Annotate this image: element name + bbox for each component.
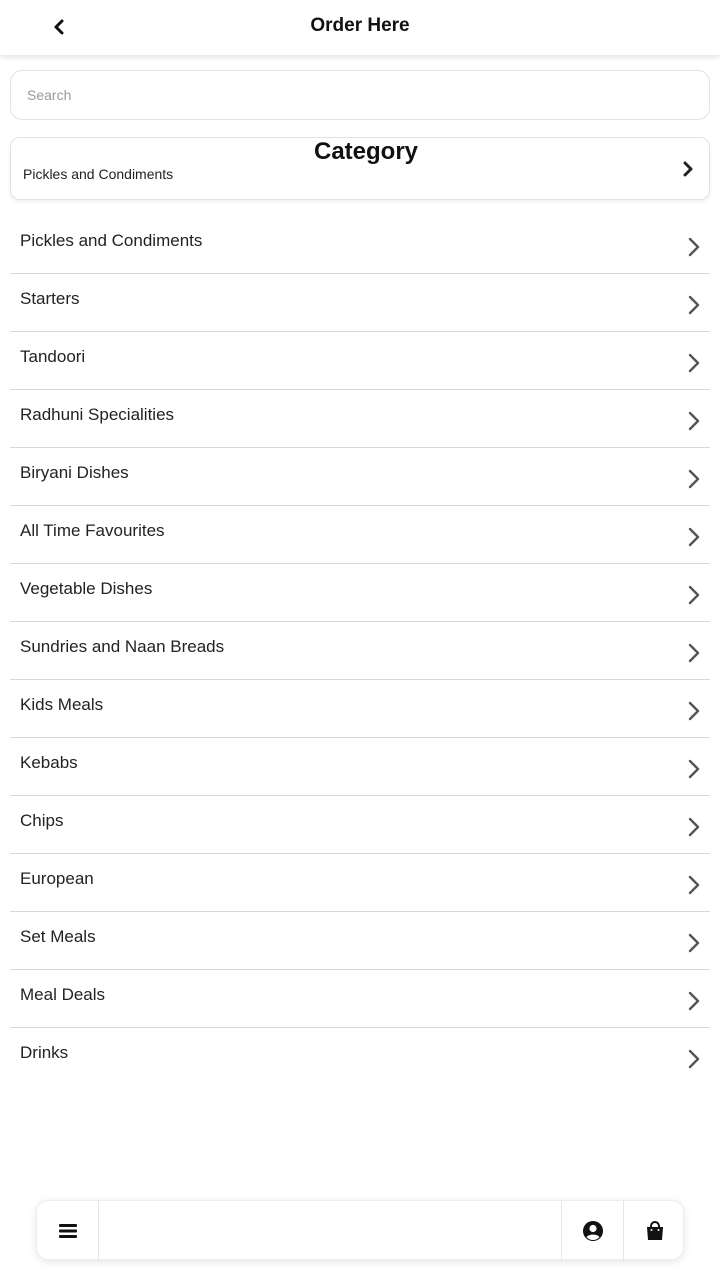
category-list-item-label: Meal Deals	[20, 985, 106, 1004]
chevron-right-icon	[688, 411, 700, 431]
category-list-item[interactable]: Kebabs	[10, 738, 710, 796]
category-list-item-label: Chips	[20, 811, 64, 830]
category-list-item-label: Sundries and Naan Breads	[20, 637, 225, 656]
category-list-item-label: Drinks	[20, 1043, 69, 1062]
user-circle-icon	[582, 1221, 603, 1241]
chevron-right-icon	[688, 933, 700, 953]
chevron-right-icon	[688, 643, 700, 663]
category-list-item-label: Set Meals	[20, 927, 96, 946]
hamburger-menu-icon	[58, 1224, 77, 1238]
shopping-bag-icon	[646, 1221, 663, 1240]
category-list-item[interactable]: Sundries and Naan Breads	[10, 622, 710, 680]
category-list-item-label: Vegetable Dishes	[20, 579, 153, 598]
chevron-right-icon	[688, 875, 700, 895]
category-list-item[interactable]: European	[10, 854, 710, 912]
category-list-item[interactable]: Kids Meals	[10, 680, 710, 738]
chevron-right-icon	[688, 295, 700, 315]
chevron-right-icon	[688, 469, 700, 489]
chevron-right-icon	[688, 759, 700, 779]
cart-button[interactable]	[623, 1201, 685, 1261]
category-list-item[interactable]: Biryani Dishes	[10, 448, 710, 506]
chevron-right-icon	[688, 585, 700, 605]
category-list-item-label: Tandoori	[20, 347, 86, 366]
app-header: Order Here	[0, 0, 720, 55]
search-input[interactable]	[10, 70, 710, 120]
category-list-item[interactable]: Meal Deals	[10, 970, 710, 1028]
category-list-item-label: Radhuni Specialities	[20, 405, 175, 424]
category-list-item-label: Biryani Dishes	[20, 463, 129, 482]
chevron-right-icon	[688, 817, 700, 837]
chevron-right-icon	[683, 161, 693, 177]
chevron-right-icon	[688, 527, 700, 547]
bottom-nav-bar	[36, 1200, 685, 1261]
category-list-item-label: Kebabs	[20, 753, 78, 772]
menu-button[interactable]	[37, 1201, 99, 1261]
category-list-item[interactable]: Set Meals	[10, 912, 710, 970]
chevron-right-icon	[688, 1049, 700, 1069]
category-list-item[interactable]: Vegetable Dishes	[10, 564, 710, 622]
category-list-item[interactable]: Radhuni Specialities	[10, 390, 710, 448]
category-list-item-label: Pickles and Condiments	[20, 231, 203, 250]
selected-category: Pickles and Condiments	[23, 166, 174, 182]
chevron-right-icon	[688, 237, 700, 257]
chevron-right-icon	[688, 991, 700, 1011]
category-list-item-label: European	[20, 869, 94, 888]
account-button[interactable]	[561, 1201, 623, 1261]
category-selector[interactable]: Category Pickles and Condiments	[10, 137, 710, 200]
category-list-item[interactable]: Tandoori	[10, 332, 710, 390]
chevron-right-icon	[688, 353, 700, 373]
category-list-item-label: Kids Meals	[20, 695, 104, 714]
category-heading: Category	[313, 138, 419, 165]
page-title: Order Here	[310, 15, 410, 36]
category-list-item[interactable]: Pickles and Condiments	[10, 216, 710, 274]
category-list-item[interactable]: Drinks	[10, 1028, 710, 1086]
category-list: Pickles and Condiments Starters Tandoori Ra…	[10, 216, 710, 1086]
category-list-item-label: All Time Favourites	[20, 521, 165, 540]
category-list-item[interactable]: Chips	[10, 796, 710, 854]
category-list-item[interactable]: All Time Favourites	[10, 506, 710, 564]
category-list-item-label: Starters	[20, 289, 80, 308]
chevron-right-icon	[688, 701, 700, 721]
category-list-item[interactable]: Starters	[10, 274, 710, 332]
